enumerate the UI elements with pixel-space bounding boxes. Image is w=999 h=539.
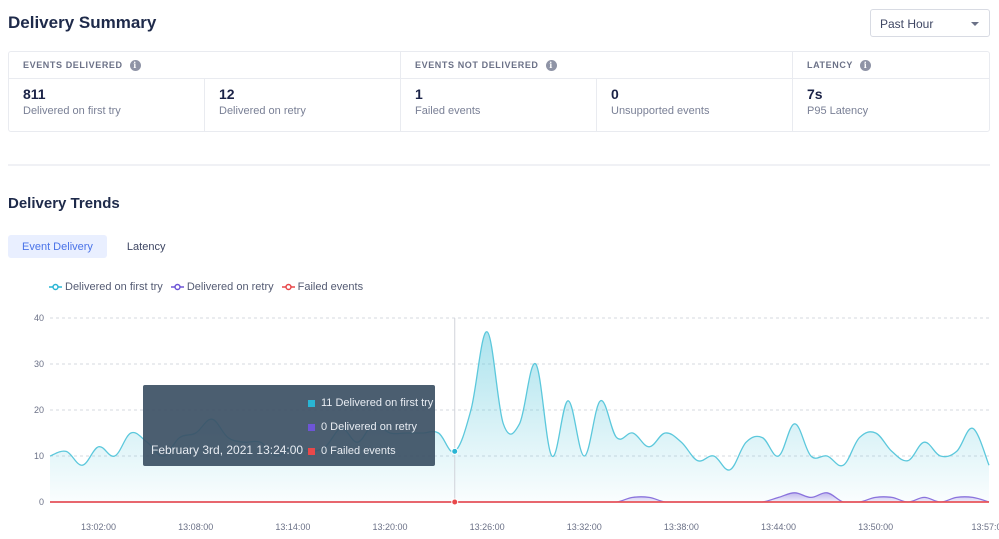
time-range-value: Past Hour <box>880 17 934 31</box>
legend-marker-icon <box>281 283 295 291</box>
info-icon[interactable]: i <box>129 59 141 71</box>
stat-label: P95 Latency <box>807 105 869 117</box>
hover-point-failed <box>451 498 459 506</box>
swatch-icon <box>308 423 315 431</box>
y-tick-label: 30 <box>34 359 44 369</box>
stat-failed: 1 Failed events <box>401 79 597 131</box>
tab-event-delivery[interactable]: Event Delivery <box>8 235 107 258</box>
tooltip-row-retry: 0 Delivered on retry <box>308 421 417 433</box>
x-tick-label: 13:08:00 <box>178 522 213 532</box>
legend-label: Delivered on first try <box>65 281 163 293</box>
legend-item-retry[interactable]: Delivered on retry <box>170 281 274 293</box>
tooltip-row-failed: 0 Failed events <box>308 445 396 457</box>
stat-value: 1 <box>415 86 423 102</box>
x-tick-label: 13:50:00 <box>858 522 893 532</box>
tooltip-text: 0 Failed events <box>321 445 396 457</box>
legend-item-first-try[interactable]: Delivered on first try <box>49 281 163 293</box>
group-title: LATENCY <box>807 60 854 70</box>
time-range-select[interactable]: Past Hour <box>870 9 990 37</box>
chart-tabs: Event Delivery Latency <box>8 235 185 258</box>
x-tick-label: 13:57:00 <box>971 522 999 532</box>
legend-label: Failed events <box>297 281 364 293</box>
tooltip-date: February 3rd, 2021 13:24:00 <box>151 443 304 457</box>
stat-value: 7s <box>807 86 823 102</box>
chart-tooltip: 11 Delivered on first try 0 Delivered on… <box>143 385 435 466</box>
page-title: Delivery Summary <box>8 13 157 32</box>
x-tick-label: 13:32:00 <box>567 522 602 532</box>
legend-item-failed[interactable]: Failed events <box>281 281 364 293</box>
stat-label: Unsupported events <box>611 105 710 117</box>
y-tick-label: 10 <box>34 451 44 461</box>
legend-marker-icon <box>49 283 62 291</box>
hover-point-first-try <box>451 447 459 455</box>
stat-p95-latency: 7s P95 Latency <box>793 79 989 131</box>
stat-retry: 12 Delivered on retry <box>205 79 400 131</box>
stat-label: Delivered on retry <box>219 105 306 117</box>
swatch-icon <box>308 399 315 407</box>
legend-marker-icon <box>170 283 184 291</box>
chart-legend: Delivered on first try Delivered on retr… <box>49 281 371 293</box>
caret-down-icon <box>971 22 979 26</box>
x-tick-label: 13:38:00 <box>664 522 699 532</box>
group-events-not-delivered: EVENTS NOT DELIVERED i 1 Failed events 0 Un… <box>401 52 793 131</box>
stat-value: 811 <box>23 86 46 102</box>
stat-unsupported: 0 Unsupported events <box>597 79 792 131</box>
y-tick-label: 0 <box>39 497 44 507</box>
group-title: EVENTS NOT DELIVERED <box>415 60 539 70</box>
swatch-icon <box>308 447 315 455</box>
section-title: Delivery Trends <box>8 195 120 212</box>
stat-label: Delivered on first try <box>23 105 121 117</box>
summary-panel: EVENTS DELIVERED i 811 Delivered on first … <box>8 51 990 132</box>
x-tick-label: 13:02:00 <box>81 522 116 532</box>
group-title: EVENTS DELIVERED <box>23 60 123 70</box>
tab-latency[interactable]: Latency <box>113 235 180 258</box>
legend-label: Delivered on retry <box>186 281 274 293</box>
stat-value: 12 <box>219 86 235 102</box>
stat-first-try: 811 Delivered on first try <box>9 79 205 131</box>
y-tick-label: 20 <box>34 405 44 415</box>
stat-label: Failed events <box>415 105 481 117</box>
section-divider <box>8 164 990 166</box>
group-events-delivered: EVENTS DELIVERED i 811 Delivered on first … <box>9 52 401 131</box>
x-tick-label: 13:14:00 <box>275 522 310 532</box>
group-latency: LATENCY i 7s P95 Latency <box>793 52 989 131</box>
tooltip-row-first-try: 11 Delivered on first try <box>308 397 433 409</box>
x-tick-label: 13:44:00 <box>761 522 796 532</box>
x-tick-label: 13:20:00 <box>372 522 407 532</box>
tooltip-text: 0 Delivered on retry <box>321 421 417 433</box>
tooltip-text: 11 Delivered on first try <box>321 397 434 409</box>
y-tick-label: 40 <box>34 313 44 323</box>
info-icon[interactable]: i <box>545 59 557 71</box>
x-tick-label: 13:26:00 <box>470 522 505 532</box>
info-icon[interactable]: i <box>860 59 872 71</box>
stat-value: 0 <box>611 86 619 102</box>
